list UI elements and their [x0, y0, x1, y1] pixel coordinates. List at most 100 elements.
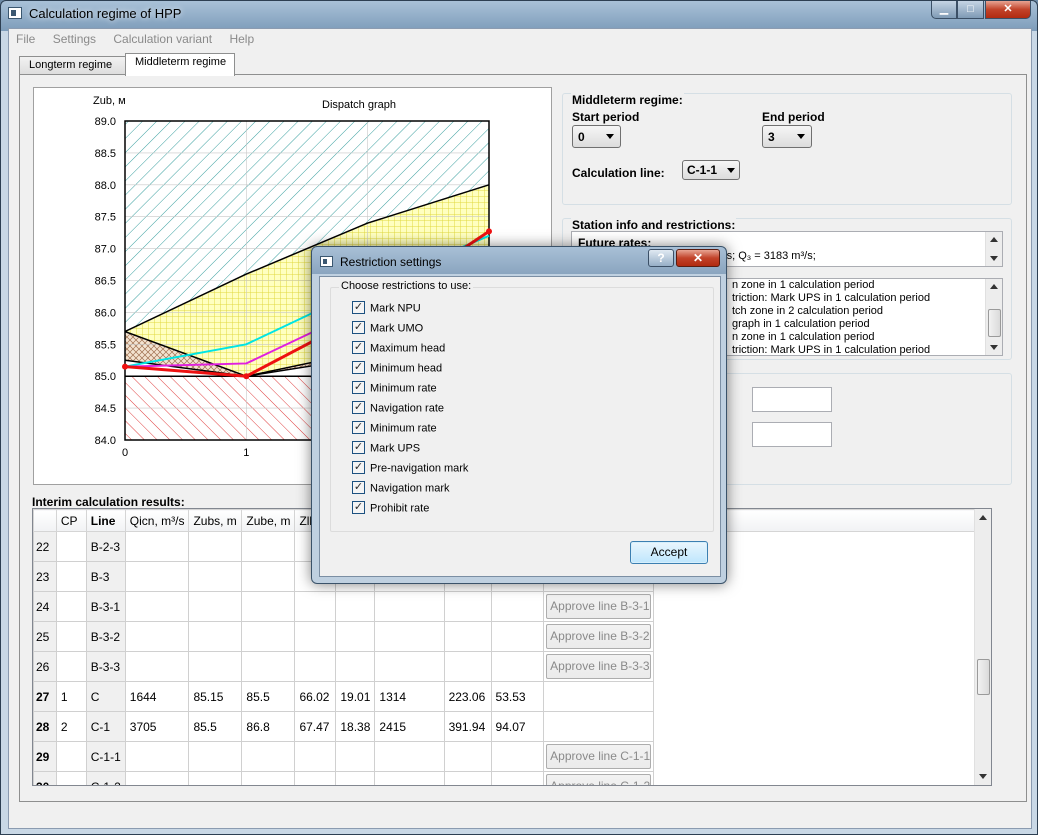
- restriction-option[interactable]: ✓ Prohibit rate: [352, 501, 429, 522]
- table-scrollbar[interactable]: [974, 509, 991, 785]
- messages-scroll-thumb[interactable]: [988, 309, 1001, 337]
- cell-line[interactable]: C-1-2: [85, 771, 126, 785]
- cell-c7[interactable]: 1314: [374, 681, 445, 712]
- restriction-option[interactable]: ✓ Minimum rate: [352, 421, 437, 442]
- cell-zlb[interactable]: [294, 621, 337, 652]
- tab-longterm-regime[interactable]: Longterm regime: [19, 56, 126, 75]
- row-header[interactable]: 23: [33, 561, 57, 592]
- cell-line[interactable]: C-1-1: [85, 741, 126, 772]
- scroll-up-icon[interactable]: [979, 515, 987, 520]
- cell-zube[interactable]: [241, 621, 296, 652]
- cell-q[interactable]: [124, 741, 190, 772]
- cell-c6[interactable]: [335, 651, 376, 682]
- checkbox-checked-icon[interactable]: ✓: [352, 381, 365, 394]
- cell-zlb[interactable]: 66.02: [294, 681, 337, 712]
- scroll-up-icon[interactable]: [990, 237, 998, 242]
- cell-zube[interactable]: [241, 741, 296, 772]
- restriction-option[interactable]: ✓ Navigation rate: [352, 401, 444, 422]
- extra-input-1[interactable]: [752, 387, 832, 412]
- cell-zubs[interactable]: [188, 621, 243, 652]
- cell-zlb[interactable]: [294, 591, 337, 622]
- checkbox-checked-icon[interactable]: ✓: [352, 501, 365, 514]
- minimize-button[interactable]: ▁: [931, 1, 957, 19]
- cell-zube[interactable]: [241, 651, 296, 682]
- cell-c6[interactable]: 19.01: [335, 681, 376, 712]
- table-row[interactable]: 29 C-1-1 Approve line C-1-1: [33, 741, 991, 772]
- cell-c9[interactable]: [490, 621, 545, 652]
- restriction-option[interactable]: ✓ Pre-navigation mark: [352, 461, 468, 482]
- cell-line[interactable]: B-2-3: [85, 531, 126, 562]
- cell-q[interactable]: 1644: [124, 681, 190, 712]
- cell-q[interactable]: [124, 771, 190, 785]
- cell-line[interactable]: B-3-2: [85, 621, 126, 652]
- future-rates-scrollbar[interactable]: [985, 232, 1002, 266]
- cell-c8[interactable]: 391.94: [443, 711, 492, 742]
- cell-line[interactable]: B-3: [85, 561, 126, 592]
- row-header[interactable]: 29: [33, 741, 57, 772]
- approve-line-button[interactable]: Approve line B-3-2: [546, 624, 652, 649]
- cell-line[interactable]: B-3-3: [85, 651, 126, 682]
- tab-middleterm-regime[interactable]: Middleterm regime: [125, 53, 235, 76]
- dialog-close-button[interactable]: ✕: [676, 249, 720, 267]
- cell-cp[interactable]: 2: [55, 711, 87, 742]
- checkbox-checked-icon[interactable]: ✓: [352, 421, 365, 434]
- cell-cp[interactable]: [55, 591, 87, 622]
- cell-zubs[interactable]: 85.5: [188, 711, 243, 742]
- scroll-up-icon[interactable]: [990, 284, 998, 289]
- cell-c8[interactable]: [443, 591, 492, 622]
- cell-cp[interactable]: [55, 651, 87, 682]
- cell-cp[interactable]: [55, 741, 87, 772]
- cell-c7[interactable]: [374, 771, 445, 785]
- header-qicn[interactable]: Qicn, m³/s: [124, 509, 190, 532]
- cell-c8[interactable]: [443, 651, 492, 682]
- cell-c6[interactable]: [335, 771, 376, 785]
- cell-c8[interactable]: [443, 621, 492, 652]
- cell-c8[interactable]: 223.06: [443, 681, 492, 712]
- messages-scrollbar[interactable]: [985, 279, 1002, 355]
- cell-zubs[interactable]: 85.15: [188, 681, 243, 712]
- checkbox-checked-icon[interactable]: ✓: [352, 301, 365, 314]
- cell-zube[interactable]: [241, 531, 296, 562]
- cell-cp[interactable]: [55, 561, 87, 592]
- row-header[interactable]: 25: [33, 621, 57, 652]
- restriction-option[interactable]: ✓ Minimum head: [352, 361, 442, 382]
- approve-line-button[interactable]: Approve line B-3-3: [546, 654, 652, 679]
- approve-line-button[interactable]: Approve line C-1-2: [546, 774, 652, 785]
- checkbox-checked-icon[interactable]: ✓: [352, 481, 365, 494]
- cell-c7[interactable]: 2415: [374, 711, 445, 742]
- cell-c6[interactable]: [335, 591, 376, 622]
- cell-c7[interactable]: [374, 651, 445, 682]
- cell-line[interactable]: C: [85, 681, 126, 712]
- cell-cp[interactable]: [55, 771, 87, 785]
- checkbox-checked-icon[interactable]: ✓: [352, 321, 365, 334]
- cell-cp[interactable]: [55, 531, 87, 562]
- menu-help[interactable]: Help: [222, 29, 261, 49]
- cell-zlb[interactable]: [294, 741, 337, 772]
- extra-input-2[interactable]: [752, 422, 832, 447]
- cell-q[interactable]: 3705: [124, 711, 190, 742]
- restriction-option[interactable]: ✓ Mark NPU: [352, 301, 421, 322]
- table-row[interactable]: 24 B-3-1 Approve line B-3-1: [33, 591, 991, 622]
- accept-button[interactable]: Accept: [630, 541, 708, 564]
- cell-cp[interactable]: [55, 621, 87, 652]
- cell-zubs[interactable]: [188, 741, 243, 772]
- header-cp[interactable]: CP: [55, 509, 87, 532]
- start-period-select[interactable]: 0: [572, 125, 621, 148]
- cell-q[interactable]: [124, 651, 190, 682]
- row-header[interactable]: 30: [33, 771, 57, 785]
- restriction-option[interactable]: ✓ Navigation mark: [352, 481, 449, 502]
- cell-zlb[interactable]: 67.47: [294, 711, 337, 742]
- cell-zubs[interactable]: [188, 651, 243, 682]
- cell-zube[interactable]: [241, 771, 296, 785]
- cell-q[interactable]: [124, 531, 190, 562]
- cell-c7[interactable]: [374, 621, 445, 652]
- table-row[interactable]: 25 B-3-2 Approve line B-3-2: [33, 621, 991, 652]
- cell-zube[interactable]: [241, 561, 296, 592]
- checkbox-checked-icon[interactable]: ✓: [352, 461, 365, 474]
- cell-q[interactable]: [124, 561, 190, 592]
- dialog-help-button[interactable]: ?: [648, 249, 674, 267]
- cell-c7[interactable]: [374, 591, 445, 622]
- row-header[interactable]: 26: [33, 651, 57, 682]
- cell-c9[interactable]: [490, 771, 545, 785]
- cell-zube[interactable]: 86.8: [241, 711, 296, 742]
